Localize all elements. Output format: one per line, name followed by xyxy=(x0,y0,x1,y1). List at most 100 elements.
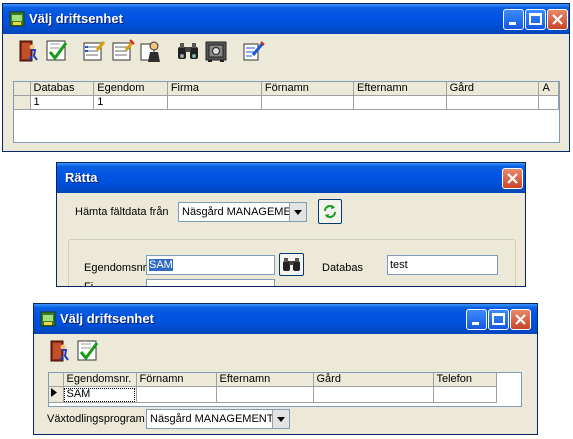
column-header-fornamn[interactable]: Förnamn xyxy=(261,82,355,96)
dialog-title-bar[interactable]: Rätta xyxy=(57,163,525,193)
window-valj-driftsenhet-main: Välj driftsenhet Databas Egendom Firma F… xyxy=(2,3,570,152)
app-icon xyxy=(40,311,56,327)
close-button-2[interactable] xyxy=(510,309,531,330)
binoculars-icon xyxy=(178,43,198,59)
edit-list-button[interactable] xyxy=(81,38,107,64)
person-card-icon xyxy=(140,41,160,62)
estate-number-input[interactable]: SAM xyxy=(146,255,275,275)
exit-button[interactable] xyxy=(16,38,42,64)
ok-button-2[interactable] xyxy=(75,338,101,364)
exit-door-icon xyxy=(50,340,69,362)
row-indicator[interactable] xyxy=(14,95,31,110)
window-title: Välj driftsenhet xyxy=(29,11,123,26)
find-estate-button[interactable] xyxy=(279,253,304,276)
grid-corner xyxy=(14,82,31,96)
minimize-button-2[interactable] xyxy=(466,309,487,330)
driftsenhet-grid[interactable]: Databas Egendom Firma Förnamn Efternamn … xyxy=(13,81,560,143)
column-header-gard[interactable]: Gård xyxy=(446,82,540,96)
column-header-egendomsnr[interactable]: Egendomsnr. xyxy=(63,373,137,387)
current-row-arrow-icon xyxy=(51,388,57,397)
estate-grid[interactable]: Egendomsnr. Förnamn Efternamn Gård Telef… xyxy=(48,372,522,407)
window-valj-driftsenhet-small: Välj driftsenhet Egendomsnr. Förnamn Eft… xyxy=(33,303,538,435)
minimize-button[interactable] xyxy=(503,9,524,30)
cell-telefon[interactable] xyxy=(433,386,497,403)
cell-fornamn[interactable] xyxy=(261,95,355,110)
close-icon xyxy=(552,14,563,25)
edit-pen-button[interactable] xyxy=(240,38,266,64)
cell-egendom[interactable]: 1 xyxy=(93,95,168,110)
column-header-telefon[interactable]: Telefon xyxy=(433,373,497,387)
cell-firma[interactable] xyxy=(167,95,262,110)
search-button[interactable] xyxy=(175,38,201,64)
grid-header-row: Databas Egendom Firma Förnamn Efternamn … xyxy=(14,82,559,96)
edit-pen-icon xyxy=(243,41,265,61)
database-input[interactable]: test xyxy=(387,255,498,275)
dialog-close-button[interactable] xyxy=(502,168,523,189)
column-header-efternamn[interactable]: Efternamn xyxy=(353,82,447,96)
dialog-ratta: Rätta Hämta fältdata från Näsgård MANAGE… xyxy=(56,162,526,287)
cell-gard[interactable] xyxy=(446,95,540,110)
cell-efternamn[interactable] xyxy=(353,95,447,110)
partial-field-label: Fi xyxy=(84,281,94,287)
fetch-source-value: Näsgård MANAGEME xyxy=(182,206,291,218)
cell-egendomsnr[interactable]: SAM xyxy=(63,386,137,403)
edit-list-2-icon xyxy=(112,39,135,61)
column-header-egendom[interactable]: Egendom xyxy=(93,82,168,96)
close-button[interactable] xyxy=(547,9,568,30)
database-label: Databas xyxy=(322,262,363,274)
chevron-down-icon xyxy=(294,210,302,215)
program-select[interactable]: Näsgård MANAGEMENT xyxy=(146,409,290,429)
chevron-down-icon xyxy=(277,417,285,422)
estate-label: Egendomsnr. xyxy=(84,262,149,274)
column-header-fornamn[interactable]: Förnamn xyxy=(136,373,217,387)
checkmark-icon xyxy=(46,40,68,61)
column-header-efternamn[interactable]: Efternamn xyxy=(216,373,314,387)
title-bar-2[interactable]: Välj driftsenhet xyxy=(34,304,537,334)
refresh-icon xyxy=(324,205,336,218)
edit-list-2-button[interactable] xyxy=(110,38,136,64)
estate-number-value: SAM xyxy=(149,259,173,271)
checkmark-icon xyxy=(77,340,99,361)
person-card-button[interactable] xyxy=(138,38,164,64)
exit-button-2[interactable] xyxy=(47,338,73,364)
program-label: Växtodlingsprogram xyxy=(47,413,145,425)
grid-header-row: Egendomsnr. Förnamn Efternamn Gård Telef… xyxy=(49,373,497,387)
cell-fornamn[interactable] xyxy=(136,386,217,403)
table-row[interactable]: 1 1 xyxy=(14,95,559,110)
edit-list-icon xyxy=(83,41,106,61)
cell-a[interactable] xyxy=(538,95,559,110)
column-header-gard[interactable]: Gård xyxy=(313,373,434,387)
safe-icon xyxy=(205,41,227,62)
maximize-button[interactable] xyxy=(525,9,546,30)
table-row[interactable]: SAM xyxy=(49,386,497,403)
column-header-a[interactable]: A xyxy=(538,82,559,96)
maximize-icon xyxy=(492,313,505,325)
column-header-firma[interactable]: Firma xyxy=(167,82,262,96)
partial-field-input[interactable] xyxy=(146,279,275,286)
ok-button[interactable] xyxy=(44,38,70,64)
exit-door-icon xyxy=(19,40,38,62)
minimize-icon xyxy=(472,322,479,325)
close-icon xyxy=(515,314,526,325)
safe-button[interactable] xyxy=(203,38,229,64)
cell-databas[interactable]: 1 xyxy=(30,95,95,110)
app-icon xyxy=(9,11,25,27)
database-value: test xyxy=(390,259,408,271)
binoculars-icon xyxy=(283,258,300,271)
dropdown-button[interactable] xyxy=(289,203,306,221)
grid-table: Databas Egendom Firma Förnamn Efternamn … xyxy=(14,82,559,110)
toolbar xyxy=(6,34,566,68)
refresh-button[interactable] xyxy=(318,199,342,224)
fetch-source-select[interactable]: Näsgård MANAGEME xyxy=(178,202,307,222)
column-header-databas[interactable]: Databas xyxy=(30,82,95,96)
grid-corner xyxy=(49,373,64,387)
cell-gard[interactable] xyxy=(313,386,434,403)
title-bar[interactable]: Välj driftsenhet xyxy=(3,4,569,34)
minimize-icon xyxy=(509,22,516,25)
dropdown-button[interactable] xyxy=(272,410,289,428)
close-icon xyxy=(507,173,518,184)
row-indicator[interactable] xyxy=(49,386,64,403)
maximize-icon xyxy=(529,13,542,25)
maximize-button-2[interactable] xyxy=(488,309,509,330)
cell-efternamn[interactable] xyxy=(216,386,314,403)
